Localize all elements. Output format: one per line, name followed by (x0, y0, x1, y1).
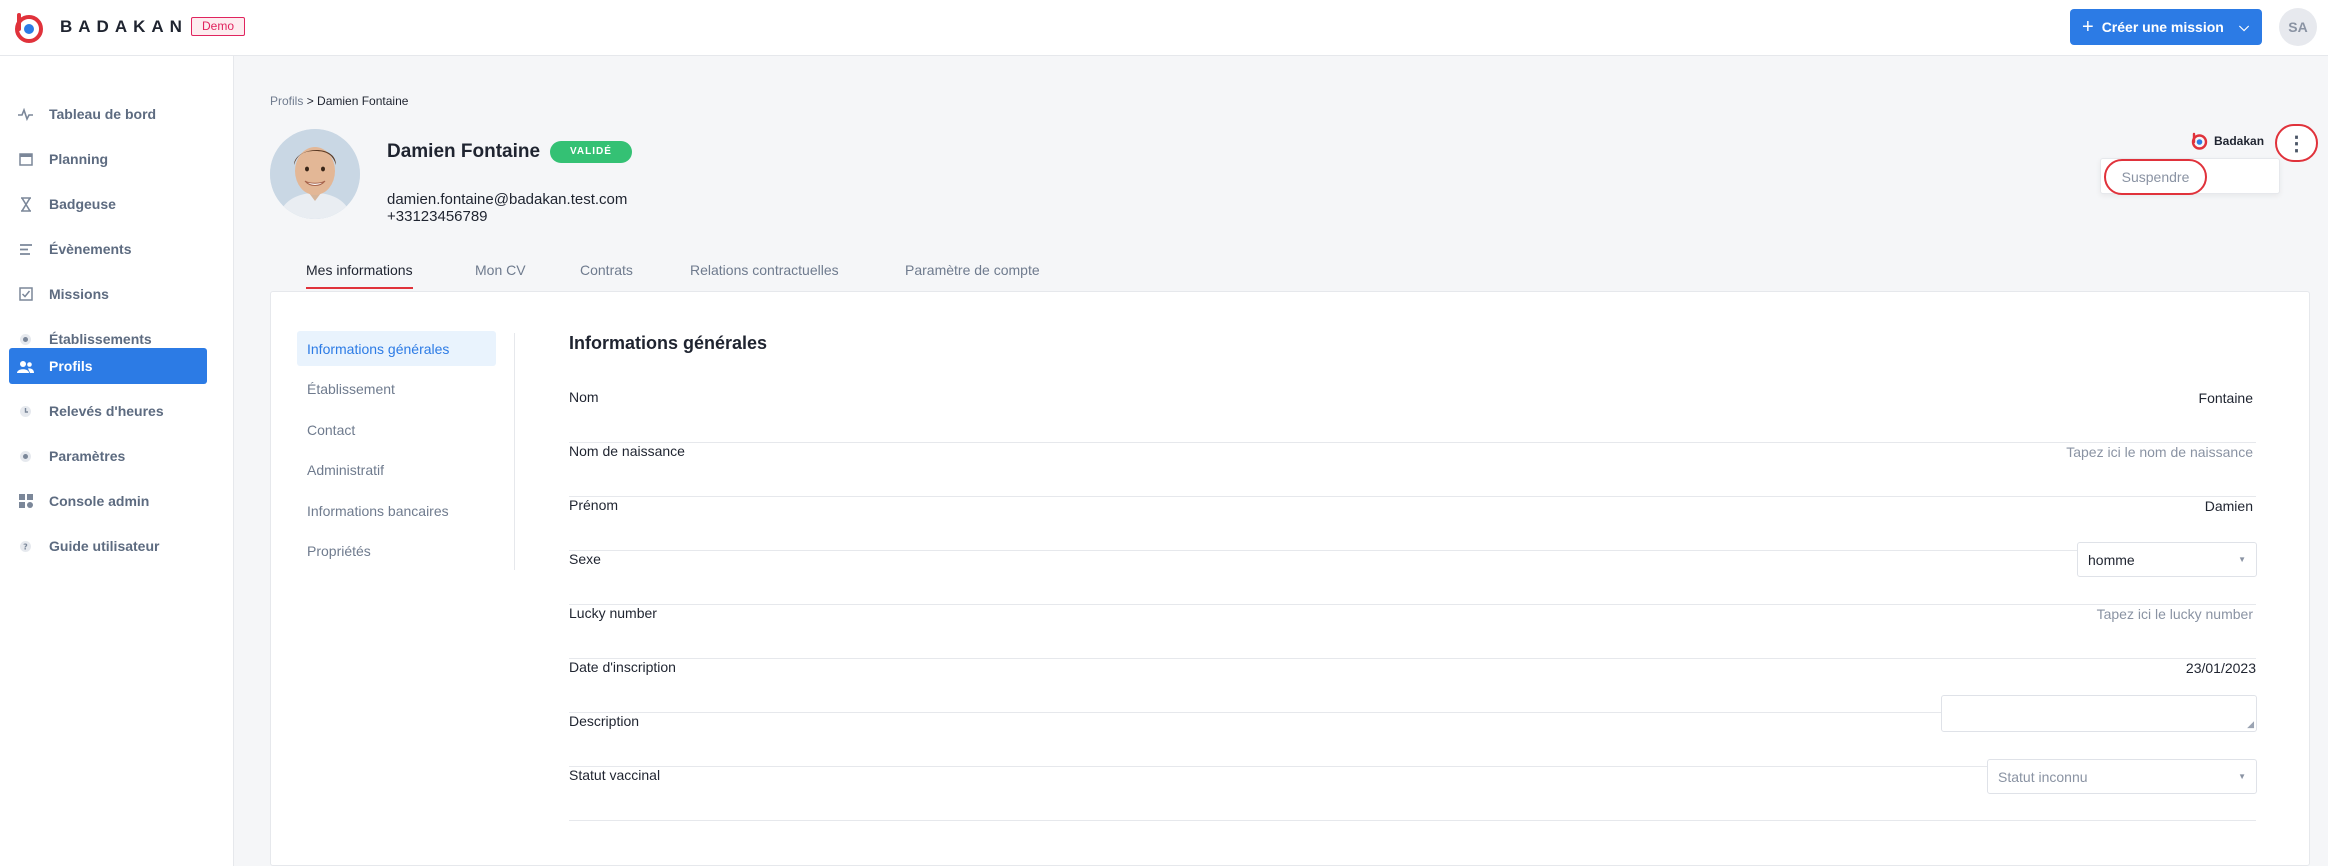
sidebar-item-profils[interactable]: Profils (9, 348, 207, 384)
sidebar-item-label: Profils (49, 358, 93, 374)
organization-name: Badakan (2214, 134, 2265, 148)
apps-icon (17, 493, 34, 510)
profile-name: Damien Fontaine (387, 141, 541, 162)
sidebar-item-missions[interactable]: Missions (9, 276, 207, 312)
sidebar-item-label: Console admin (49, 493, 150, 509)
lucky-number-input[interactable]: Tapez ici le lucky number (2097, 606, 2253, 622)
badakan-logo-icon[interactable] (12, 11, 44, 43)
badakan-logo-icon (2191, 132, 2208, 150)
field-row-prenom: Prénom Damien (569, 497, 2256, 551)
more-options-button[interactable]: ⋮ (2275, 124, 2318, 162)
field-row-nom: Nom Fontaine (569, 389, 2256, 443)
gear-icon (17, 448, 34, 465)
suspend-menu-item[interactable]: Suspendre (2104, 159, 2207, 195)
list-icon (17, 241, 34, 258)
breadcrumb-current: Damien Fontaine (317, 94, 409, 108)
organization-tag: Badakan (2190, 132, 2264, 150)
sidebar-item-label: Établissements (49, 331, 152, 347)
field-label-nom: Nom (569, 389, 599, 405)
caret-down-icon: ▼ (2238, 555, 2246, 564)
hourglass-icon (17, 196, 34, 213)
user-avatar[interactable]: SA (2279, 8, 2317, 46)
chevron-down-icon[interactable]: ⌵ (2226, 19, 2262, 35)
brand-name: BADAKAN (60, 17, 188, 36)
nom-naissance-input[interactable]: Tapez ici le nom de naissance (2066, 444, 2253, 460)
sidebar-item-label: Évènements (49, 241, 132, 257)
tab-mon-cv[interactable]: Mon CV (475, 262, 526, 292)
field-label-lucky-number: Lucky number (569, 605, 657, 621)
subnav-proprietes[interactable]: Propriétés (297, 533, 496, 568)
sidebar-item-guide-utilisateur[interactable]: ? Guide utilisateur (9, 528, 207, 564)
pulse-icon (17, 106, 34, 123)
create-mission-label: Créer une mission (2101, 19, 2224, 35)
sidebar-item-evenements[interactable]: Évènements (9, 231, 207, 267)
statut-vaccinal-select[interactable]: Statut inconnu ▼ (1987, 759, 2257, 794)
section-title: Informations générales (569, 333, 768, 353)
status-badge: VALIDÉ (550, 141, 632, 163)
top-bar: BADAKAN Demo + Créer une mission ⌵ SA (0, 0, 2328, 56)
sidebar-item-label: Paramètres (49, 448, 126, 464)
field-value-prenom[interactable]: Damien (2205, 498, 2253, 514)
sexe-select[interactable]: homme ▼ (2077, 542, 2257, 577)
subnav-administratif[interactable]: Administratif (297, 452, 496, 487)
help-icon: ? (17, 538, 34, 555)
sexe-select-value: homme (2088, 551, 2135, 568)
sidebar-item-badgeuse[interactable]: Badgeuse (9, 186, 207, 222)
checkbox-icon (17, 286, 34, 303)
field-row-nom-naissance: Nom de naissance Tapez ici le nom de nai… (569, 443, 2256, 497)
resize-handle-icon[interactable]: ◢ (2247, 719, 2254, 730)
breadcrumb-link-profils[interactable]: Profils (270, 94, 303, 108)
users-icon (17, 358, 34, 375)
sidebar-item-releves-heures[interactable]: Relevés d'heures (9, 393, 207, 429)
field-row-statut-vaccinal: Statut vaccinal Statut inconnu ▼ (569, 759, 2257, 821)
tab-contrats[interactable]: Contrats (580, 262, 633, 292)
sidebar-item-label: Relevés d'heures (49, 403, 164, 419)
tab-relations-contractuelles[interactable]: Relations contractuelles (690, 262, 839, 292)
field-value-nom[interactable]: Fontaine (2199, 390, 2253, 406)
field-value-date-inscription: 23/01/2023 (2185, 660, 2256, 676)
field-row-sexe: Sexe homme ▼ (569, 542, 2257, 605)
field-label-nom-naissance: Nom de naissance (569, 443, 685, 459)
sidebar-item-tableau-de-bord[interactable]: Tableau de bord (9, 96, 207, 132)
sidebar: Tableau de bord Planning Badgeuse Évènem… (0, 56, 234, 866)
profile-photo[interactable] (270, 129, 360, 219)
sidebar-item-label: Tableau de bord (49, 106, 157, 122)
sidebar-item-parametres[interactable]: Paramètres (9, 438, 207, 474)
subnav-contact[interactable]: Contact (297, 412, 496, 447)
subnav-informations-bancaires[interactable]: Informations bancaires (297, 493, 496, 528)
more-vertical-icon: ⋮ (2286, 132, 2307, 155)
plus-icon: + (2082, 16, 2094, 38)
svg-text:?: ? (23, 542, 28, 551)
breadcrumb: Profils > Damien Fontaine (270, 94, 408, 108)
field-label-date-inscription: Date d'inscription (569, 659, 676, 675)
subnav-divider (514, 333, 515, 570)
calendar-icon (17, 151, 34, 168)
tab-parametre-de-compte[interactable]: Paramètre de compte (905, 262, 1040, 292)
field-label-prenom: Prénom (569, 497, 619, 513)
breadcrumb-separator: > (306, 94, 314, 108)
create-mission-button[interactable]: + Créer une mission ⌵ (2070, 9, 2262, 45)
statut-vaccinal-value: Statut inconnu (1998, 768, 2088, 785)
field-label-statut-vaccinal: Statut vaccinal (569, 767, 661, 783)
subnav-etablissement[interactable]: Établissement (297, 371, 496, 406)
field-label-sexe: Sexe (569, 551, 601, 567)
field-row-lucky-number: Lucky number Tapez ici le lucky number (569, 605, 2256, 659)
sidebar-item-label: Badgeuse (49, 196, 116, 212)
env-badge: Demo (191, 17, 246, 36)
sidebar-item-label: Missions (49, 286, 109, 302)
field-label-description: Description (569, 713, 640, 729)
subnav-informations-generales[interactable]: Informations générales (297, 331, 496, 366)
sidebar-item-planning[interactable]: Planning (9, 141, 207, 177)
sidebar-item-label: Planning (49, 151, 109, 167)
description-textarea[interactable]: ◢ (1941, 695, 2257, 732)
clock-icon (17, 403, 34, 420)
profile-phone: +33123456789 (387, 208, 488, 225)
profile-email: damien.fontaine@badakan.test.com (387, 191, 628, 208)
location-icon (17, 331, 34, 348)
sidebar-item-console-admin[interactable]: Console admin (9, 483, 207, 519)
tab-mes-informations[interactable]: Mes informations (306, 262, 413, 292)
caret-down-icon: ▼ (2238, 772, 2246, 781)
sidebar-item-label: Guide utilisateur (49, 538, 160, 554)
